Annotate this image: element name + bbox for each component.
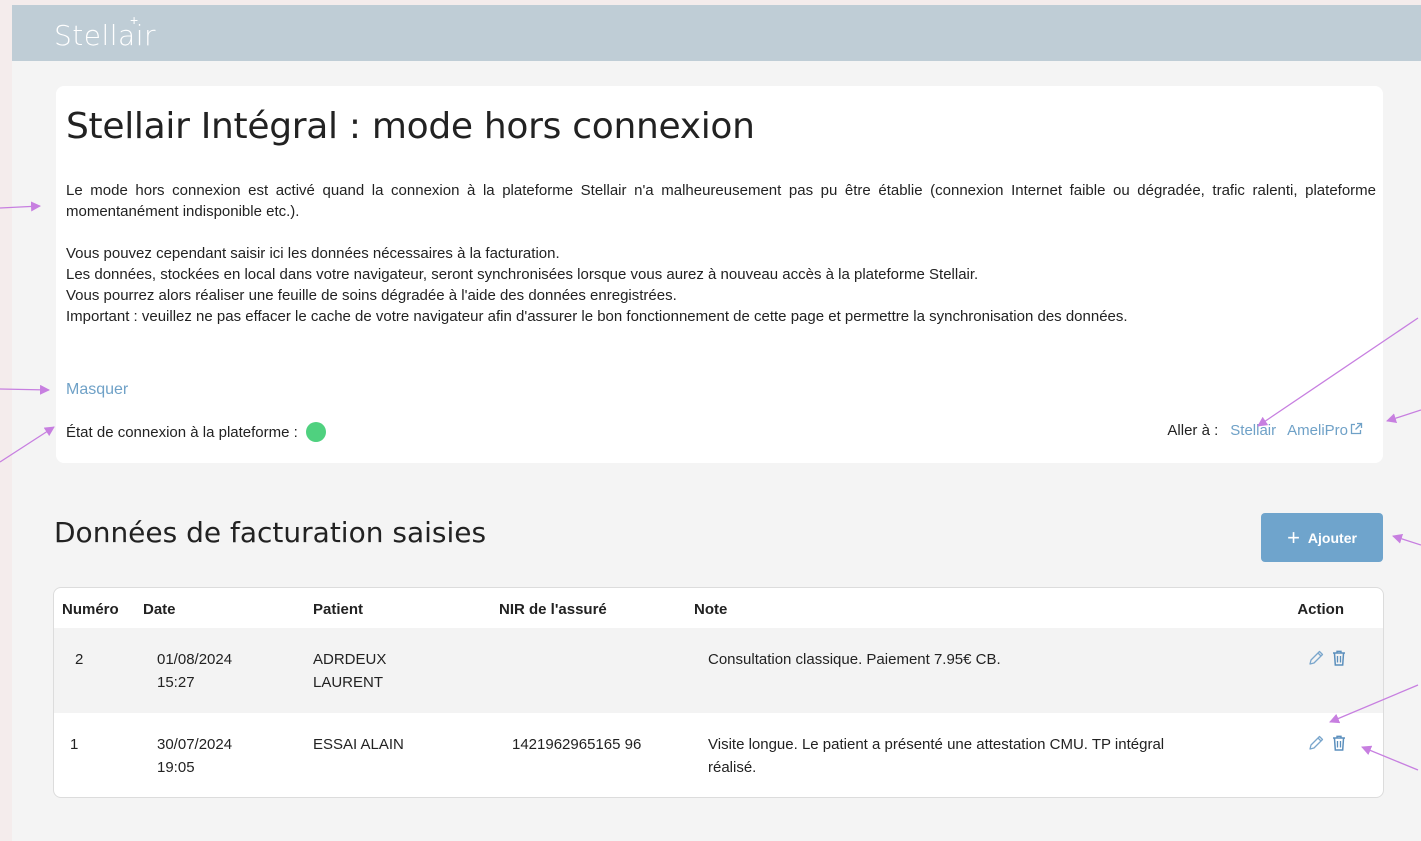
app-window: Stellair + Stellair Intégral : mode hors… bbox=[12, 5, 1421, 841]
info-line: Vous pouvez cependant saisir ici les don… bbox=[66, 245, 560, 262]
table-row: 2 01/08/2024 15:27 ADRDEUX LAURENT Consu… bbox=[54, 628, 1383, 713]
connection-status-label: État de connexion à la plateforme : bbox=[66, 423, 298, 441]
page-title: Stellair Intégral : mode hors connexion bbox=[66, 106, 755, 147]
cell-numero: 1 bbox=[70, 736, 79, 753]
goto-links: Aller à : Stellair AmeliPro bbox=[1167, 422, 1363, 439]
goto-label: Aller à : bbox=[1167, 422, 1219, 439]
cell-note-line: Consultation classique. Paiement 7.95€ C… bbox=[708, 651, 1001, 668]
info-line: Important : veuillez ne pas effacer le c… bbox=[66, 308, 1128, 325]
external-link-icon bbox=[1350, 422, 1363, 435]
info-paragraph: Le mode hors connexion est activé quand … bbox=[66, 182, 1376, 220]
offline-info-card: Stellair Intégral : mode hors connexion … bbox=[56, 86, 1383, 463]
cell-date-day: 30/07/2024 bbox=[157, 736, 233, 753]
row-actions bbox=[1307, 734, 1347, 752]
info-description: Le mode hors connexion est activé quand … bbox=[66, 180, 1376, 327]
column-header-note: Note bbox=[694, 601, 728, 618]
cell-numero: 2 bbox=[75, 651, 84, 668]
table-row: 1 30/07/2024 19:05 ESSAI ALAIN 142196296… bbox=[54, 713, 1383, 797]
cell-date-day: 01/08/2024 bbox=[157, 651, 233, 668]
connection-status-indicator bbox=[305, 422, 326, 442]
column-header-nir: NIR de l'assuré bbox=[499, 601, 607, 618]
column-header-action: Action bbox=[1297, 601, 1344, 618]
cell-note: Consultation classique. Paiement 7.95€ C… bbox=[708, 648, 1001, 671]
connection-status: État de connexion à la plateforme : bbox=[66, 422, 326, 442]
cell-patient: ESSAI ALAIN bbox=[313, 733, 404, 756]
edit-icon[interactable] bbox=[1307, 734, 1325, 752]
top-bar: Stellair + bbox=[12, 5, 1421, 61]
delete-icon[interactable] bbox=[1331, 734, 1347, 752]
cell-patient: ADRDEUX LAURENT bbox=[313, 648, 386, 694]
logo-sparkle-icon: + bbox=[130, 12, 139, 28]
row-actions bbox=[1307, 649, 1347, 667]
column-header-date: Date bbox=[143, 601, 176, 618]
column-header-patient: Patient bbox=[313, 601, 364, 618]
delete-icon[interactable] bbox=[1331, 649, 1347, 667]
add-button-label: Ajouter bbox=[1307, 529, 1357, 546]
column-header-numero: Numéro bbox=[62, 601, 119, 618]
hide-info-link[interactable]: Masquer bbox=[66, 381, 128, 399]
goto-stellair-link[interactable]: Stellair bbox=[1230, 422, 1276, 439]
cell-date-time: 15:27 bbox=[157, 674, 195, 691]
cell-date: 01/08/2024 15:27 bbox=[157, 648, 232, 694]
info-line: Les données, stockées en local dans votr… bbox=[66, 266, 979, 283]
billing-section-title: Données de facturation saisies bbox=[54, 516, 487, 549]
cell-note: Visite longue. Le patient a présenté une… bbox=[708, 733, 1164, 779]
edit-icon[interactable] bbox=[1307, 649, 1325, 667]
goto-amelipro-link[interactable]: AmeliPro bbox=[1287, 422, 1363, 439]
goto-amelipro-label: AmeliPro bbox=[1287, 422, 1348, 439]
cell-patient-line: LAURENT bbox=[313, 674, 384, 691]
cell-patient-line: ESSAI ALAIN bbox=[313, 736, 404, 753]
table-header: Numéro Date Patient NIR de l'assuré Note… bbox=[54, 588, 1383, 628]
plus-icon: + bbox=[1287, 524, 1300, 550]
cell-date: 30/07/2024 19:05 bbox=[157, 733, 232, 779]
info-line: Vous pourrez alors réaliser une feuille … bbox=[66, 287, 677, 304]
cell-note-line: Visite longue. Le patient a présenté une… bbox=[708, 736, 1165, 753]
add-billing-button[interactable]: + Ajouter bbox=[1261, 513, 1383, 562]
cell-note-line: réalisé. bbox=[708, 759, 757, 776]
cell-patient-line: ADRDEUX bbox=[313, 651, 387, 668]
cell-date-time: 19:05 bbox=[157, 759, 195, 776]
cell-nir: 1421962965165 96 bbox=[512, 736, 642, 753]
stellair-logo[interactable]: Stellair bbox=[54, 22, 156, 50]
billing-table: Numéro Date Patient NIR de l'assuré Note… bbox=[53, 587, 1384, 798]
